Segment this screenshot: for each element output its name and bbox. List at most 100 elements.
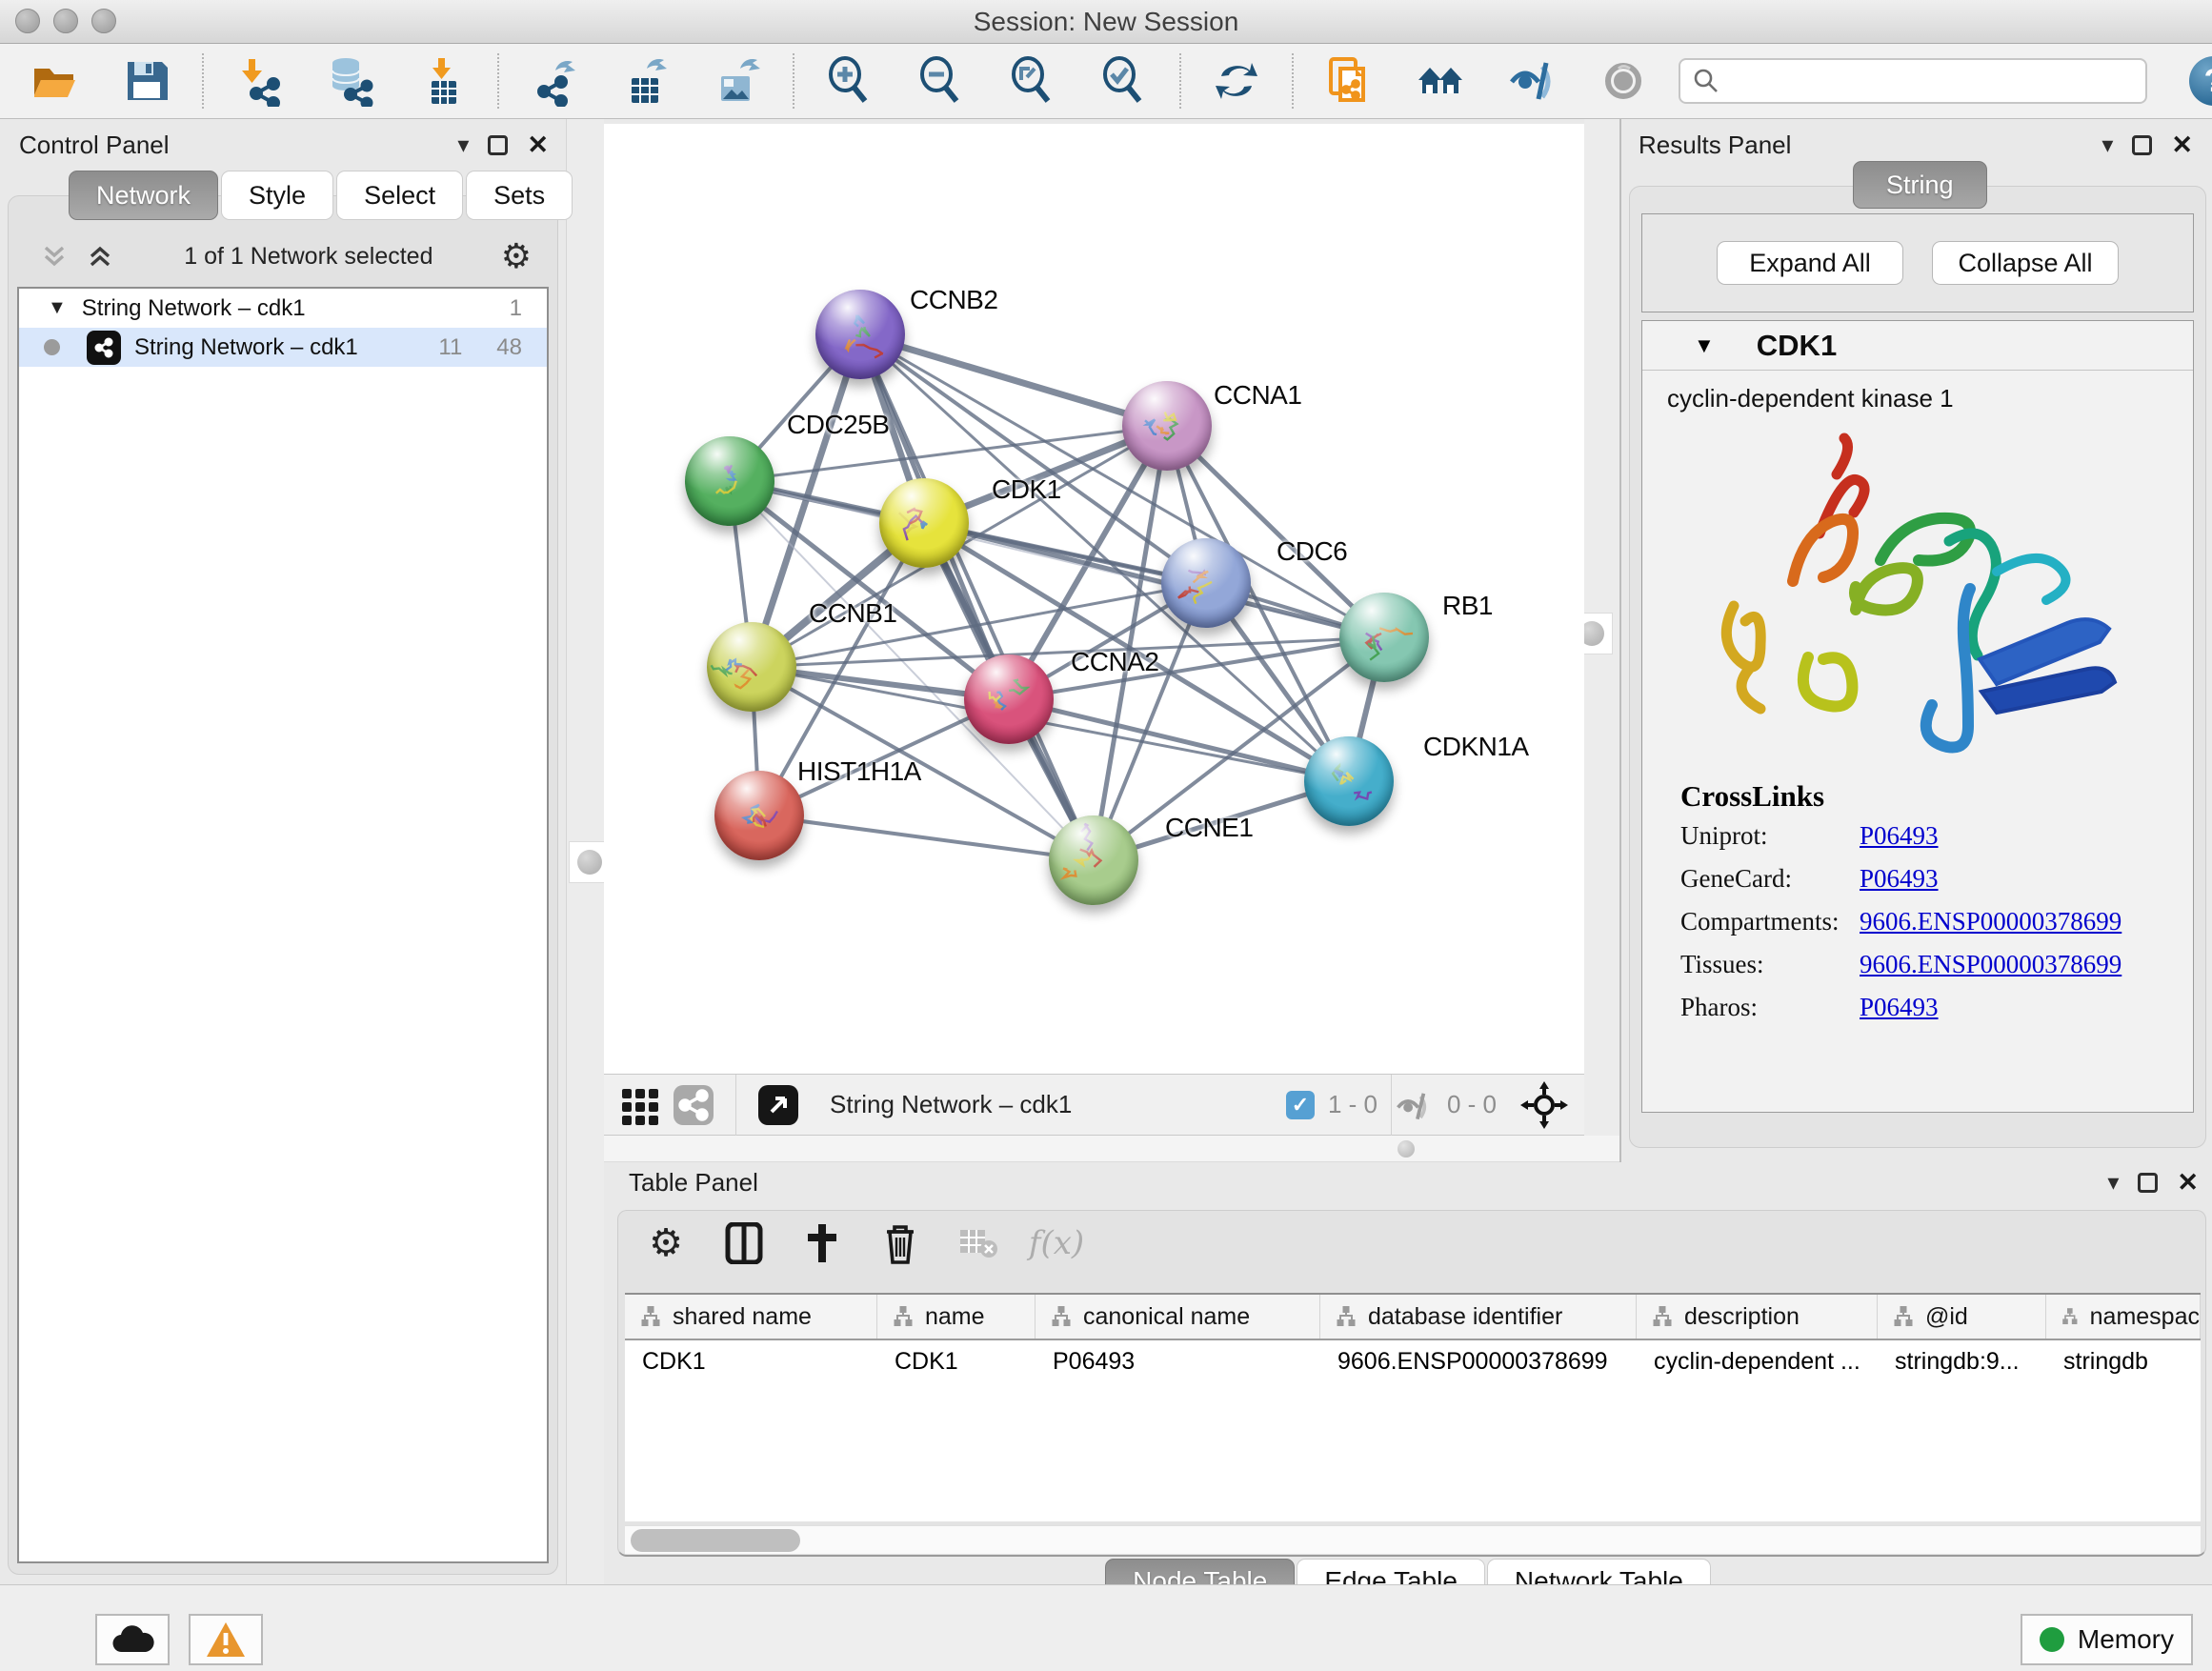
table-cell[interactable]: P06493 bbox=[1036, 1340, 1320, 1382]
export-network-icon[interactable] bbox=[528, 54, 581, 108]
network-options-gear-icon[interactable]: ⚙ bbox=[501, 239, 532, 273]
apply-layout-icon[interactable] bbox=[1210, 54, 1263, 108]
import-network-file-icon[interactable] bbox=[232, 54, 286, 108]
column-header-description[interactable]: description bbox=[1637, 1295, 1878, 1339]
zoom-fit-icon[interactable] bbox=[1006, 54, 1059, 108]
crosslink-link[interactable]: P06493 bbox=[1860, 864, 1939, 894]
minimize-window-icon[interactable] bbox=[53, 9, 78, 33]
tab-sets[interactable]: Sets bbox=[466, 171, 573, 220]
show-overview-icon[interactable] bbox=[1597, 54, 1650, 108]
table-panel-float-icon[interactable] bbox=[2138, 1173, 2158, 1193]
export-table-icon[interactable] bbox=[619, 54, 673, 108]
zoom-window-icon[interactable] bbox=[91, 9, 116, 33]
network-node-ccnb2[interactable] bbox=[815, 290, 905, 379]
help-button[interactable]: ? bbox=[2189, 56, 2212, 106]
column-header-namespac[interactable]: namespac bbox=[2046, 1295, 2201, 1339]
crosslink-link[interactable]: 9606.ENSP00000378699 bbox=[1860, 950, 2122, 979]
results-panel-close-icon[interactable]: ✕ bbox=[2171, 132, 2193, 158]
network-row-selected[interactable]: String Network – cdk1 11 48 bbox=[19, 328, 547, 367]
column-header-canonical-name[interactable]: canonical name bbox=[1036, 1295, 1320, 1339]
zoom-in-icon[interactable] bbox=[823, 54, 876, 108]
network-node-cdkn1a[interactable] bbox=[1304, 736, 1394, 826]
table-options-gear-icon[interactable]: ⚙ bbox=[643, 1220, 689, 1266]
network-collection-row[interactable]: ▼ String Network – cdk1 1 bbox=[19, 289, 547, 328]
network-node-ccna2[interactable] bbox=[964, 654, 1054, 744]
network-node-ccnb1[interactable] bbox=[707, 622, 796, 712]
network-view-type-icon[interactable] bbox=[667, 1078, 720, 1132]
zoom-out-icon[interactable] bbox=[915, 54, 968, 108]
show-columns-icon[interactable] bbox=[721, 1220, 767, 1266]
network-node-rb1[interactable] bbox=[1339, 593, 1429, 682]
tab-style[interactable]: Style bbox=[221, 171, 333, 220]
node-result-header[interactable]: ▼ CDK1 bbox=[1642, 321, 2193, 371]
hide-selected-icon[interactable] bbox=[1505, 54, 1558, 108]
column-header-database-identifier[interactable]: database identifier bbox=[1320, 1295, 1637, 1339]
table-cell[interactable]: stringdb bbox=[2046, 1340, 2201, 1382]
export-image-icon[interactable] bbox=[711, 54, 764, 108]
network-node-ccne1[interactable] bbox=[1049, 815, 1138, 905]
collapse-all-icon[interactable] bbox=[38, 240, 70, 272]
memory-button[interactable]: Memory bbox=[2021, 1614, 2193, 1665]
table-cell[interactable]: cyclin-dependent ... bbox=[1637, 1340, 1878, 1382]
selected-nodes-checkbox[interactable]: ✓ bbox=[1286, 1091, 1315, 1119]
search-input[interactable] bbox=[1679, 58, 2147, 104]
collapse-all-button[interactable]: Collapse All bbox=[1932, 241, 2119, 285]
table-cell[interactable]: CDK1 bbox=[625, 1340, 877, 1382]
table-panel-close-icon[interactable]: ✕ bbox=[2177, 1170, 2199, 1196]
control-panel-menu-icon[interactable]: ▾ bbox=[457, 134, 469, 157]
results-panel-float-icon[interactable] bbox=[2132, 135, 2152, 155]
results-panel-menu-icon[interactable]: ▾ bbox=[2101, 134, 2113, 157]
open-session-icon[interactable] bbox=[29, 54, 82, 108]
tab-network[interactable]: Network bbox=[69, 171, 218, 220]
table-panel-menu-icon[interactable]: ▾ bbox=[2107, 1172, 2119, 1195]
cloud-status-button[interactable] bbox=[95, 1614, 170, 1665]
table-row[interactable]: CDK1CDK1P064939606.ENSP00000378699cyclin… bbox=[625, 1340, 2201, 1382]
search-field[interactable] bbox=[1730, 67, 2130, 96]
warning-status-button[interactable] bbox=[189, 1614, 263, 1665]
hidden-eye-icon[interactable] bbox=[1392, 1078, 1434, 1132]
save-session-icon[interactable] bbox=[120, 54, 173, 108]
zoom-selected-icon[interactable] bbox=[1097, 54, 1151, 108]
create-column-icon[interactable] bbox=[799, 1220, 845, 1266]
function-builder-icon[interactable]: f(x) bbox=[1034, 1220, 1079, 1266]
column-header--id[interactable]: @id bbox=[1878, 1295, 2046, 1339]
import-network-database-icon[interactable] bbox=[324, 54, 377, 108]
control-panel-float-icon[interactable] bbox=[488, 135, 508, 155]
grid-view-icon[interactable] bbox=[613, 1078, 667, 1132]
column-header-shared-name[interactable]: shared name bbox=[625, 1295, 877, 1339]
collection-expander-icon[interactable]: ▼ bbox=[48, 297, 67, 319]
import-table-file-icon[interactable] bbox=[415, 54, 469, 108]
scrollbar-thumb[interactable] bbox=[631, 1529, 800, 1552]
tab-string[interactable]: String bbox=[1853, 161, 1987, 209]
home-icon[interactable] bbox=[1414, 54, 1467, 108]
network-edge[interactable] bbox=[759, 815, 1094, 860]
network-node-cdc25b[interactable] bbox=[685, 436, 774, 526]
crosslink-link[interactable]: P06493 bbox=[1860, 821, 1939, 851]
expand-all-icon[interactable] bbox=[84, 240, 116, 272]
table-cell[interactable]: 9606.ENSP00000378699 bbox=[1320, 1340, 1637, 1382]
tab-select[interactable]: Select bbox=[336, 171, 463, 220]
network-edge[interactable] bbox=[860, 334, 1167, 426]
network-canvas[interactable]: CCNB2CCNA1CDC25BCDK1CDC6RB1CCNB1CCNA2CDK… bbox=[604, 124, 1584, 1074]
control-panel-close-icon[interactable]: ✕ bbox=[527, 132, 549, 158]
crosslink-link[interactable]: 9606.ENSP00000378699 bbox=[1860, 907, 2122, 936]
fit-content-icon[interactable] bbox=[1518, 1078, 1571, 1132]
table-cell[interactable]: stringdb:9... bbox=[1878, 1340, 2046, 1382]
column-header-name[interactable]: name bbox=[877, 1295, 1036, 1339]
network-node-ccna1[interactable] bbox=[1122, 381, 1212, 471]
expand-all-button[interactable]: Expand All bbox=[1717, 241, 1903, 285]
horizontal-splitter-handle[interactable] bbox=[1398, 1140, 1415, 1158]
network-node-hist1h1a[interactable] bbox=[714, 771, 804, 860]
delete-column-icon[interactable] bbox=[877, 1220, 923, 1266]
table-horizontal-scrollbar[interactable] bbox=[625, 1525, 2201, 1554]
delete-table-icon[interactable] bbox=[955, 1220, 1001, 1266]
crosslink-link[interactable]: P06493 bbox=[1860, 993, 1939, 1022]
detach-view-icon[interactable] bbox=[752, 1078, 805, 1132]
close-window-icon[interactable] bbox=[15, 9, 40, 33]
network-node-cdk1[interactable] bbox=[879, 478, 969, 568]
table-cell[interactable]: CDK1 bbox=[877, 1340, 1036, 1382]
network-node-cdc6[interactable] bbox=[1161, 538, 1251, 628]
result-expander-icon[interactable]: ▼ bbox=[1694, 333, 1715, 358]
node-label-ccne1: CCNE1 bbox=[1165, 813, 1253, 843]
duplicate-network-icon[interactable] bbox=[1322, 54, 1376, 108]
